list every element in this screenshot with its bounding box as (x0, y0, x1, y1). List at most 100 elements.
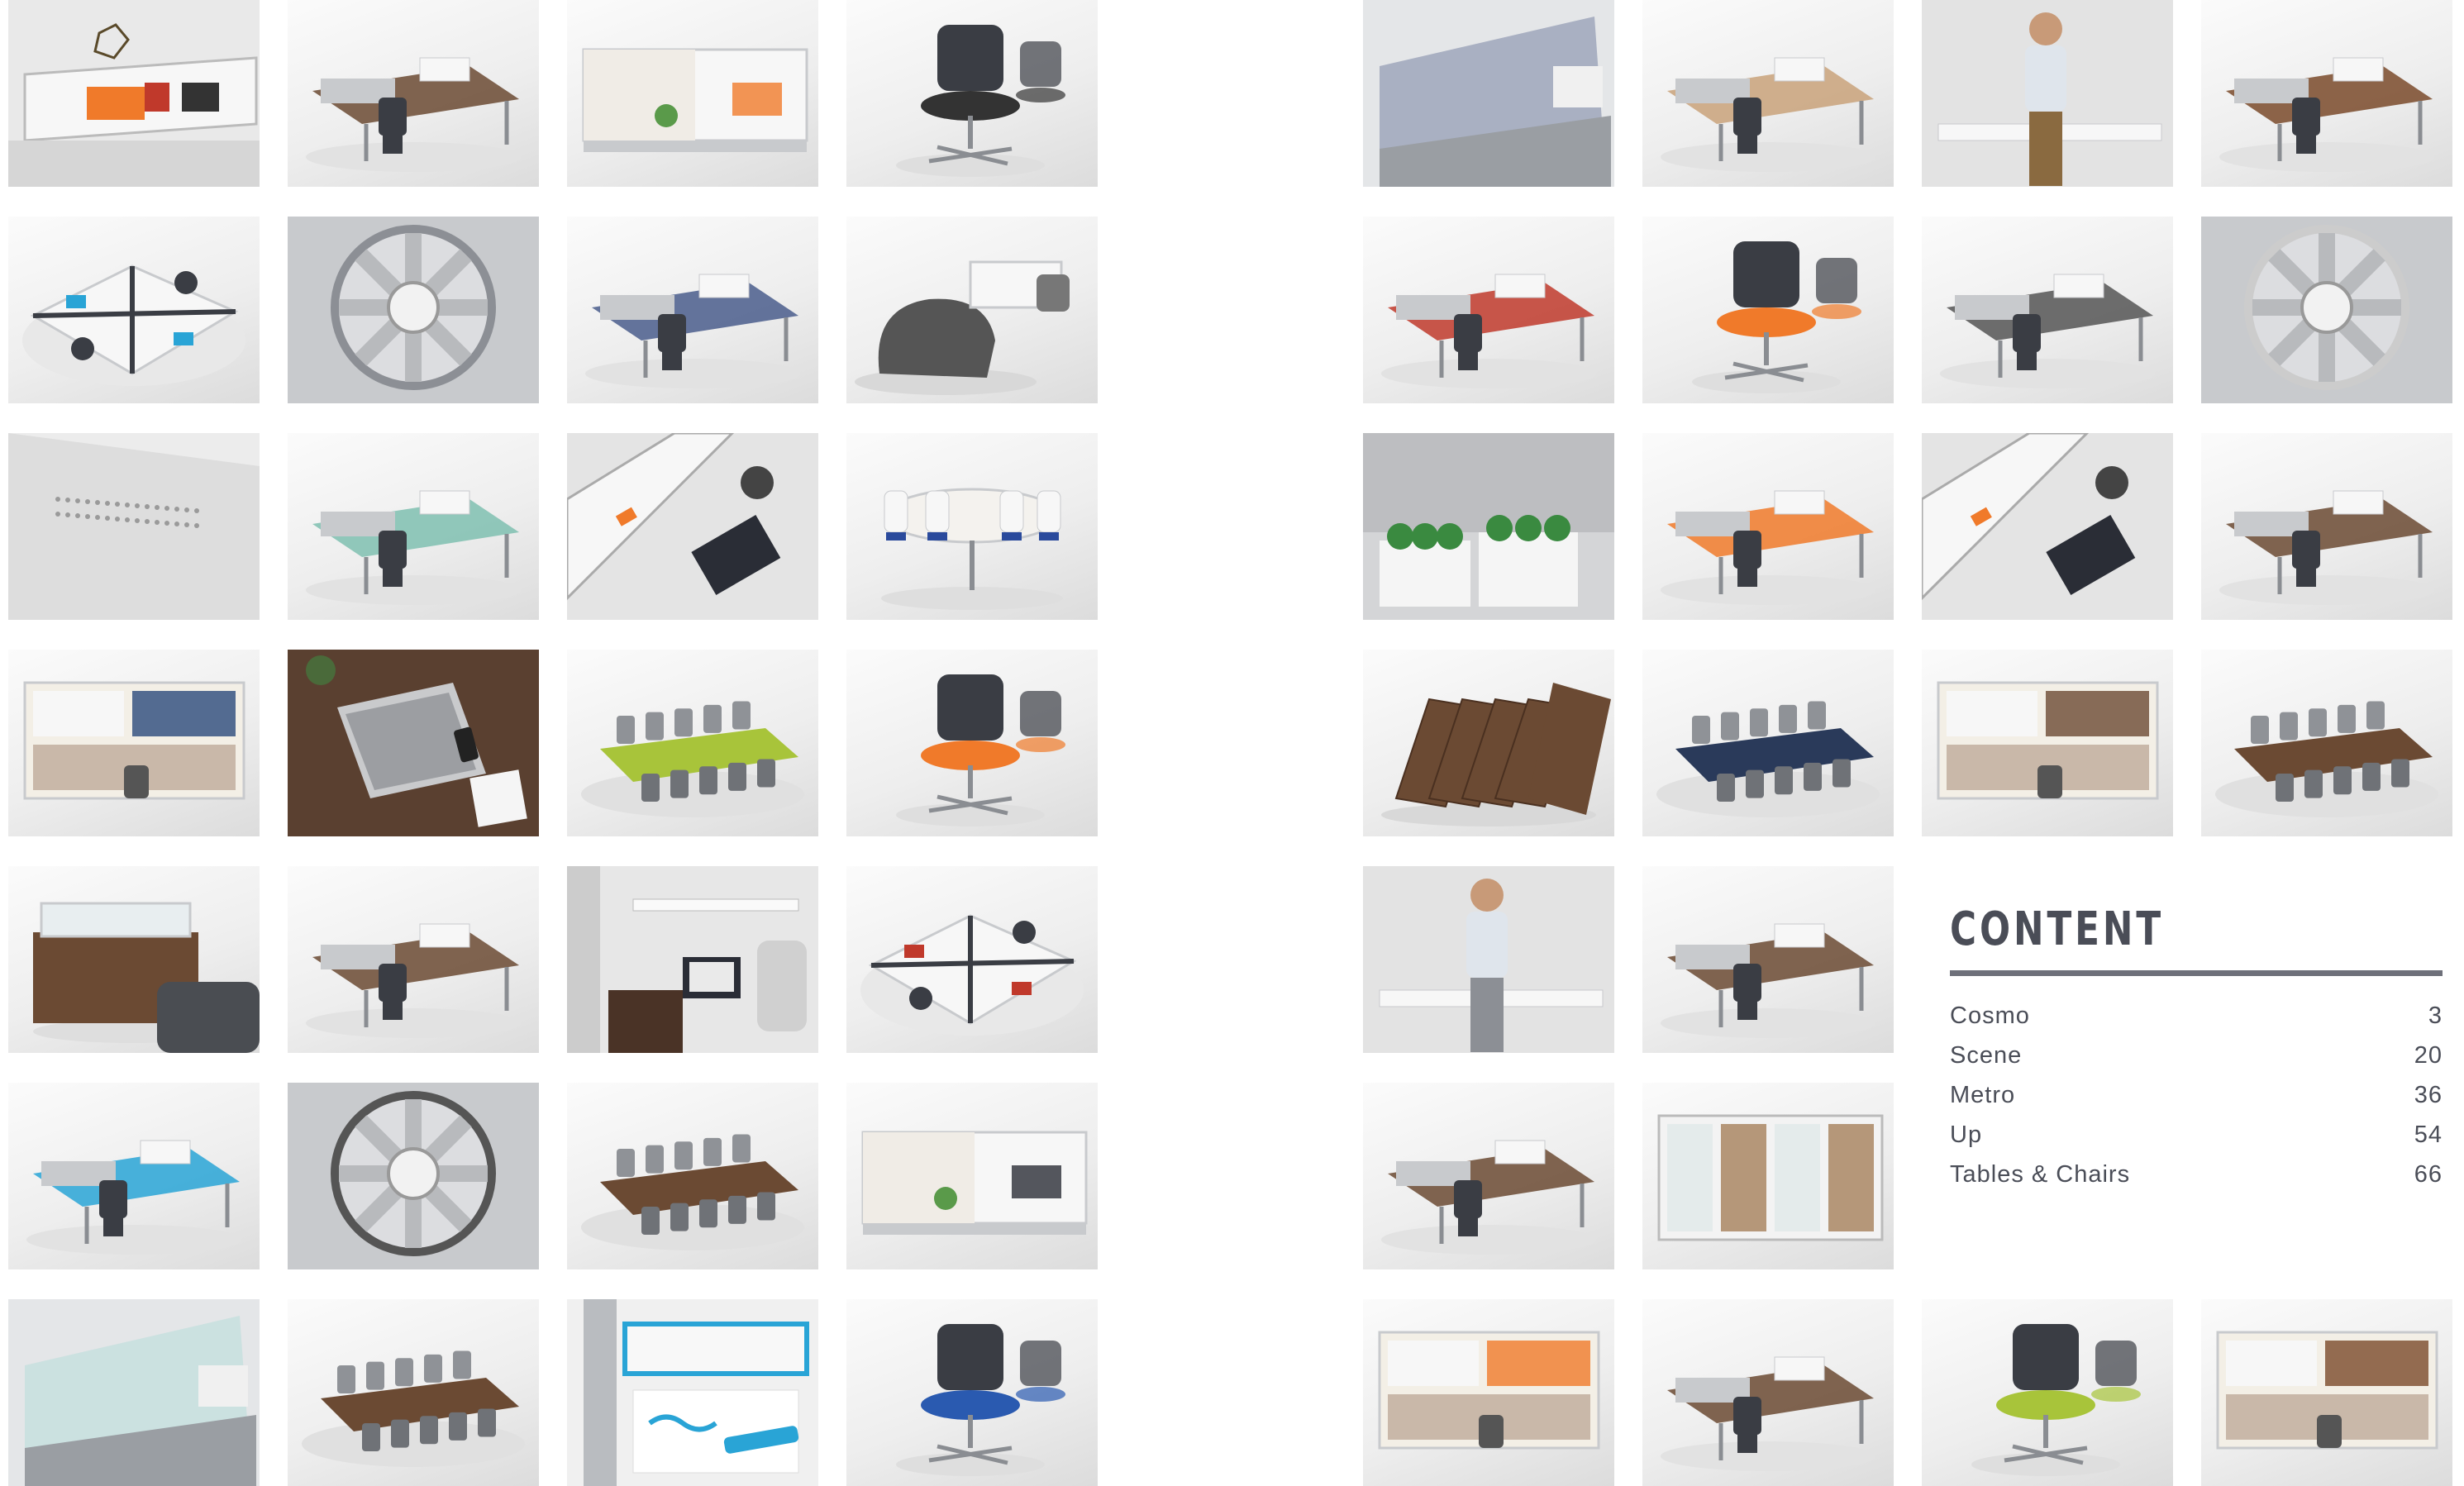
right-photo-desk[interactable] (1363, 1083, 1614, 1269)
left-photo-sign[interactable] (567, 1299, 818, 1486)
toc-entry-up[interactable]: Up 54 (1950, 1115, 2443, 1155)
right-photo-planter[interactable] (1363, 433, 1614, 620)
left-photo-workstation[interactable] (567, 866, 818, 1053)
table-of-contents: Cosmo 3 Scene 20 Metro 36 Up 54 Tables &… (1950, 996, 2443, 1194)
left-photo-detail[interactable] (288, 1083, 539, 1269)
left-photo-cluster[interactable] (8, 217, 260, 403)
storage-illustration (1378, 1331, 1600, 1450)
storage-illustration (23, 681, 245, 800)
right-photo-aerial[interactable] (1922, 433, 2173, 620)
meeting-illustration (1656, 701, 1880, 817)
left-photo-chair[interactable] (846, 650, 1098, 836)
left-photo-desk[interactable] (567, 217, 818, 403)
desk-illustration (306, 923, 521, 1038)
panel-illustration (861, 1131, 1088, 1235)
left-photo-grid (8, 0, 1098, 1486)
desk-illustration (306, 490, 521, 605)
aerial-illustration (567, 433, 818, 620)
right-photo-desk[interactable] (1642, 1299, 1894, 1486)
right-photo-desk[interactable] (1922, 217, 2173, 403)
left-photo-desk[interactable] (288, 866, 539, 1053)
meeting-illustration (302, 1350, 525, 1467)
desk-illustration (26, 1140, 241, 1255)
content-panel: CONTENT Cosmo 3 Scene 20 Metro 36 Up 54 … (1950, 903, 2443, 1194)
chair-illustration (896, 674, 1065, 826)
left-photo-chair[interactable] (846, 0, 1098, 187)
meeting-illustration (581, 701, 804, 817)
glass-illustration (8, 1299, 260, 1486)
right-photo-meeting[interactable] (2201, 650, 2452, 836)
left-photo-meeting[interactable] (288, 1299, 539, 1486)
right-photo-desk[interactable] (1363, 217, 1614, 403)
room-illustration (1657, 1114, 1884, 1241)
toc-page: 20 (2414, 1042, 2443, 1069)
wall-illustration (8, 433, 260, 620)
planter-illustration (1363, 433, 1614, 620)
toc-page: 66 (2414, 1161, 2443, 1188)
cluster-illustration (860, 914, 1084, 1036)
sign-illustration (567, 1299, 818, 1486)
right-photo-desk[interactable] (2201, 433, 2452, 620)
right-photo-storage[interactable] (1922, 650, 2173, 836)
right-photo-room[interactable] (1642, 1083, 1894, 1269)
toc-page: 36 (2414, 1082, 2443, 1108)
right-photo-desk[interactable] (1642, 433, 1894, 620)
right-photo-chair[interactable] (1922, 1299, 2173, 1486)
storage-illustration (1937, 681, 2159, 800)
right-photo-storage[interactable] (2201, 1299, 2452, 1486)
toc-entry-tables-chairs[interactable]: Tables & Chairs 66 (1950, 1155, 2443, 1194)
shelf-illustration (8, 0, 260, 187)
left-photo-laptop[interactable] (288, 650, 539, 836)
right-photo-tables[interactable] (1363, 650, 1614, 836)
glass-illustration (1363, 0, 1614, 187)
right-photo-chair[interactable] (1642, 217, 1894, 403)
right-photo-grid (1363, 0, 2452, 1486)
right-photo-desk[interactable] (2201, 0, 2452, 187)
left-photo-meeting[interactable] (567, 650, 818, 836)
toc-entry-scene[interactable]: Scene 20 (1950, 1036, 2443, 1075)
left-photo-panel[interactable] (567, 0, 818, 187)
desk-illustration (1661, 490, 1875, 605)
desk-illustration (1661, 57, 1875, 172)
chair-illustration (1971, 1324, 2141, 1476)
left-photo-panel[interactable] (846, 1083, 1098, 1269)
left-photo-cluster[interactable] (846, 866, 1098, 1053)
left-photo-reception[interactable] (8, 866, 260, 1053)
left-photo-wall[interactable] (8, 433, 260, 620)
toc-title: Scene (1950, 1042, 2023, 1069)
right-photo-person[interactable] (1922, 0, 2173, 187)
left-photo-aerial[interactable] (567, 433, 818, 620)
panel-illustration (582, 48, 808, 152)
right-photo-detail[interactable] (2201, 217, 2452, 403)
lounge-illustration (855, 260, 1070, 395)
desk-illustration (1381, 274, 1596, 388)
desk-illustration (1661, 923, 1875, 1038)
left-photo-glass[interactable] (8, 1299, 260, 1486)
content-heading: CONTENT (1950, 903, 2165, 956)
left-photo-storage[interactable] (8, 650, 260, 836)
detail-illustration (288, 1083, 539, 1269)
right-photo-desk[interactable] (1642, 866, 1894, 1053)
left-photo-meeting[interactable] (567, 1083, 818, 1269)
left-photo-lounge[interactable] (846, 217, 1098, 403)
left-photo-detail[interactable] (288, 217, 539, 403)
desk-illustration (585, 274, 800, 388)
left-photo-desk[interactable] (288, 433, 539, 620)
person-illustration (1922, 0, 2173, 187)
heading-rule (1950, 970, 2443, 976)
right-photo-storage[interactable] (1363, 1299, 1614, 1486)
right-photo-meeting[interactable] (1642, 650, 1894, 836)
cluster-illustration (22, 264, 245, 386)
left-photo-table[interactable] (846, 433, 1098, 620)
left-photo-chair[interactable] (846, 1299, 1098, 1486)
detail-illustration (288, 217, 539, 403)
desk-illustration (2219, 57, 2434, 172)
right-photo-person[interactable] (1363, 866, 1614, 1053)
toc-entry-cosmo[interactable]: Cosmo 3 (1950, 996, 2443, 1036)
toc-entry-metro[interactable]: Metro 36 (1950, 1075, 2443, 1115)
right-photo-glass[interactable] (1363, 0, 1614, 187)
left-photo-shelf[interactable] (8, 0, 260, 187)
right-photo-desk[interactable] (1642, 0, 1894, 187)
left-photo-desk[interactable] (8, 1083, 260, 1269)
left-photo-desk[interactable] (288, 0, 539, 187)
